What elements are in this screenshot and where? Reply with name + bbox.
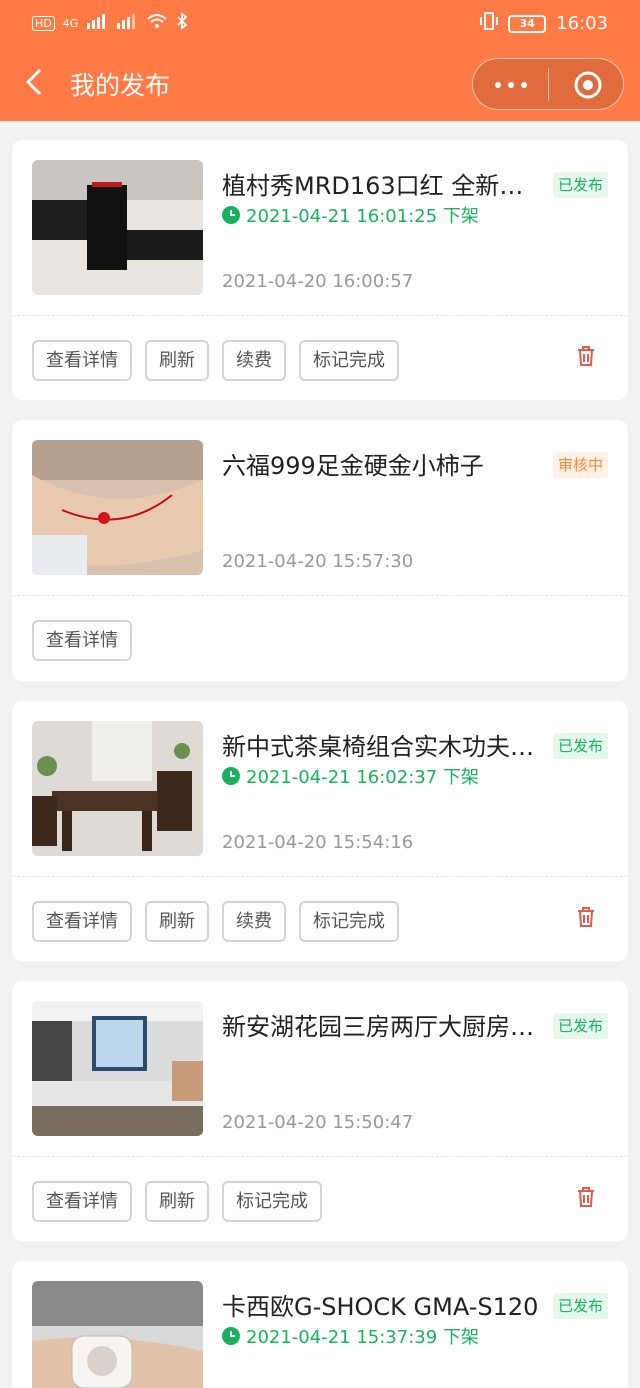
- post-card: 六福999足金硬金小柿子 审核中 2021-04-20 15:57:30 查看详…: [12, 420, 628, 681]
- target-icon: [574, 71, 602, 99]
- status-badge: 已发布: [552, 1293, 608, 1319]
- kitchen-photo: [32, 1001, 203, 1136]
- post-thumbnail[interactable]: [32, 1001, 203, 1136]
- 4g-icon: 4G: [62, 17, 79, 30]
- action-buttons: 查看详情 刷新 标记完成: [32, 1181, 322, 1222]
- post-title[interactable]: 新安湖花园三房两厅大厨房出租: [222, 1007, 547, 1042]
- status-bar: HD 4G 34 16:03: [0, 0, 640, 44]
- wifi-icon: [146, 13, 168, 34]
- expire-label: 2021-04-21 16:02:37 下架: [246, 767, 479, 788]
- action-buttons: 查看详情: [32, 620, 132, 661]
- top-header: HD 4G 34 16:03 我的发布: [0, 0, 640, 121]
- post-title[interactable]: 六福999足金硬金小柿子: [222, 446, 547, 481]
- trash-icon[interactable]: [576, 345, 596, 367]
- page-title: 我的发布: [70, 71, 171, 100]
- more-button[interactable]: [495, 77, 527, 93]
- mark-complete-button[interactable]: 标记完成: [299, 901, 399, 942]
- signal-icon: [86, 13, 108, 34]
- post-card: 植村秀MRD163口红 全新未拆 已发布 2021-04-21 16:01:25…: [12, 140, 628, 400]
- post-date: 2021-04-20 15:50:47: [222, 1112, 414, 1133]
- renew-button[interactable]: 续费: [222, 340, 286, 381]
- trash-icon[interactable]: [576, 1186, 596, 1208]
- post-card: 新中式茶桌椅组合实木功夫茶台 已发布 2021-04-21 16:02:37 下…: [12, 701, 628, 961]
- post-title[interactable]: 植村秀MRD163口红 全新未拆: [222, 166, 547, 201]
- status-badge: 已发布: [552, 1013, 608, 1039]
- post-thumbnail[interactable]: [32, 1281, 203, 1388]
- watch-photo: [32, 1281, 203, 1388]
- post-thumbnail[interactable]: [32, 440, 203, 575]
- chevron-left-icon: [25, 68, 42, 96]
- clock-icon: [222, 767, 240, 785]
- expire-time: 2021-04-21 16:02:37 下架: [222, 763, 479, 789]
- divider: [12, 1156, 628, 1157]
- action-buttons: 查看详情 刷新 续费 标记完成: [32, 340, 399, 381]
- post-date: 2021-04-20 15:57:30: [222, 551, 414, 572]
- status-left-icons: HD 4G: [32, 12, 188, 35]
- expire-time: 2021-04-21 15:37:39 下架: [222, 1323, 479, 1349]
- divider: [12, 315, 628, 316]
- mark-complete-button[interactable]: 标记完成: [299, 340, 399, 381]
- status-time: 16:03: [556, 13, 608, 34]
- view-details-button[interactable]: 查看详情: [32, 340, 132, 381]
- post-thumbnail[interactable]: [32, 160, 203, 295]
- action-buttons: 查看详情 刷新 续费 标记完成: [32, 901, 399, 942]
- mini-program-capsule: [472, 58, 624, 110]
- post-thumbnail[interactable]: [32, 721, 203, 856]
- status-badge: 已发布: [552, 733, 608, 759]
- close-button[interactable]: [573, 70, 603, 100]
- trash-icon[interactable]: [576, 906, 596, 928]
- hd-icon: HD: [32, 16, 55, 31]
- tea-table-photo: [32, 721, 203, 856]
- status-badge: 审核中: [552, 452, 608, 478]
- post-date: 2021-04-20 15:54:16: [222, 832, 414, 853]
- refresh-button[interactable]: 刷新: [145, 340, 209, 381]
- bluetooth-icon: [176, 12, 188, 35]
- post-date: 2021-04-20 16:00:57: [222, 271, 414, 292]
- bracelet-photo: [32, 440, 203, 575]
- post-card: 卡西欧G-SHOCK GMA-S120 已发布 2021-04-21 15:37…: [12, 1261, 628, 1388]
- lipstick-photo: [32, 160, 203, 295]
- refresh-button[interactable]: 刷新: [145, 901, 209, 942]
- no-signal-icon: [116, 13, 138, 34]
- renew-button[interactable]: 续费: [222, 901, 286, 942]
- nav-bar: 我的发布: [0, 50, 640, 120]
- back-button[interactable]: [20, 66, 52, 98]
- clock-icon: [222, 206, 240, 224]
- post-card: 新安湖花园三房两厅大厨房出租 已发布 2021-04-20 15:50:47 查…: [12, 981, 628, 1241]
- mark-complete-button[interactable]: 标记完成: [222, 1181, 322, 1222]
- status-right: 34 16:03: [480, 11, 608, 36]
- capsule-divider: [548, 69, 549, 101]
- divider: [12, 876, 628, 877]
- post-title[interactable]: 新中式茶桌椅组合实木功夫茶台: [222, 727, 547, 762]
- view-details-button[interactable]: 查看详情: [32, 620, 132, 661]
- post-title[interactable]: 卡西欧G-SHOCK GMA-S120: [222, 1287, 547, 1322]
- expire-label: 2021-04-21 16:01:25 下架: [246, 206, 479, 227]
- expire-time: 2021-04-21 16:01:25 下架: [222, 202, 479, 228]
- refresh-button[interactable]: 刷新: [145, 1181, 209, 1222]
- view-details-button[interactable]: 查看详情: [32, 901, 132, 942]
- status-badge: 已发布: [552, 172, 608, 198]
- vibrate-icon: [480, 11, 499, 36]
- divider: [12, 595, 628, 596]
- battery-icon: 34: [508, 14, 547, 33]
- expire-label: 2021-04-21 15:37:39 下架: [246, 1327, 479, 1348]
- view-details-button[interactable]: 查看详情: [32, 1181, 132, 1222]
- clock-icon: [222, 1327, 240, 1345]
